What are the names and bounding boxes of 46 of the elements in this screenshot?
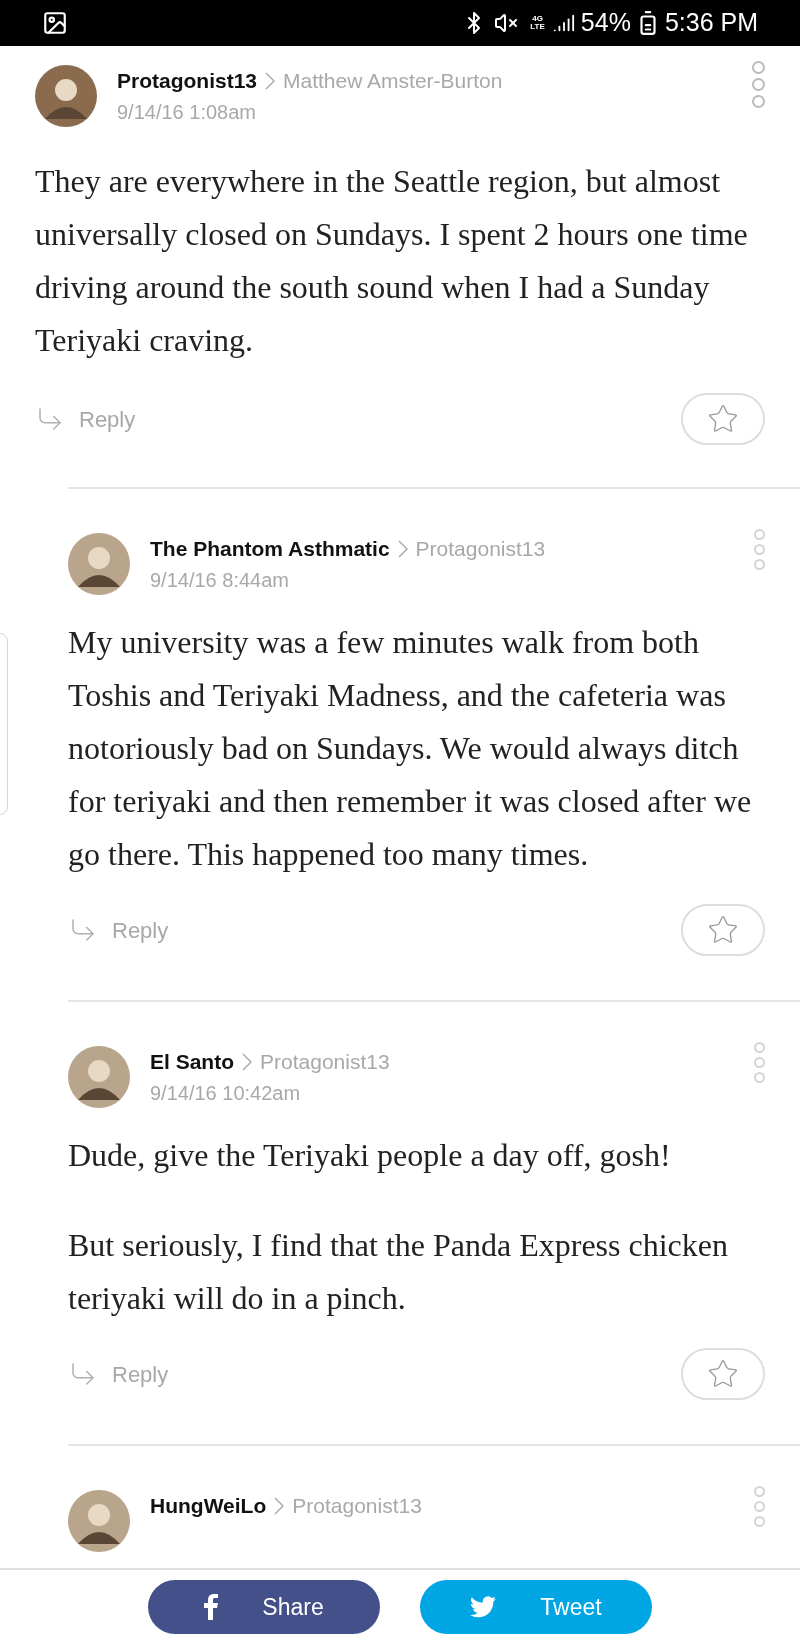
author-name[interactable]: El Santo	[150, 1048, 234, 1076]
star-icon	[707, 914, 739, 946]
reply-to-name[interactable]: Protagonist13	[260, 1048, 390, 1076]
share-button[interactable]: Tweet	[420, 1580, 652, 1634]
clock-time: 5:36 PM	[664, 7, 758, 39]
chevron-icon	[242, 1053, 252, 1071]
more-options-icon[interactable]	[754, 529, 765, 570]
favorite-button[interactable]	[681, 393, 765, 445]
chevron-icon	[397, 540, 408, 558]
author-name[interactable]: HungWeiLo	[150, 1492, 267, 1520]
avatar	[35, 65, 97, 127]
image-icon	[42, 10, 68, 36]
comment-text: My university was a few minutes walk from both Toshis and Teriyaki Madness, and the cafeteria was notoriously bad on Sundays. We would always ditch for teriyaki and then remember it was closed after we go there. This happened too many times.	[68, 623, 753, 874]
signal-icon	[552, 12, 575, 34]
star-icon	[707, 1358, 739, 1390]
author-name[interactable]: Protagonist13	[117, 67, 258, 95]
comment-text: But seriously, I find that the Panda Express chicken teriyaki will do in a pinch.	[68, 1226, 729, 1318]
reply-to-name[interactable]: Protagonist13	[292, 1492, 422, 1520]
reply-button[interactable]: Reply	[68, 1357, 169, 1391]
comment-date: 9/14/16 8:44am	[150, 568, 290, 593]
chevron-icon	[274, 1497, 285, 1515]
reply-to-name[interactable]: Matthew Amster-Burton	[283, 67, 503, 95]
star-icon	[707, 403, 739, 435]
comment-text: They are everywhere in the Seattle region, but almost universally closed on Sundays. I spent 2 hours one time driving around the south sound when I had a Sunday Teriyaki craving.	[35, 162, 749, 360]
favorite-button[interactable]	[681, 904, 765, 956]
comment-date: 9/14/16 1:08am	[117, 100, 257, 125]
more-options-icon[interactable]	[754, 1486, 765, 1527]
battery-percent: 54%	[580, 7, 631, 39]
bird-icon	[470, 1596, 497, 1618]
mute-icon	[494, 11, 519, 35]
reply-button[interactable]: Reply	[35, 402, 136, 436]
chevron-icon	[265, 72, 276, 90]
author-name[interactable]: The Phantom Asthmatic	[150, 535, 390, 563]
comment-date: 9/14/16 10:42am	[150, 1081, 302, 1106]
more-options-icon[interactable]	[754, 1042, 765, 1083]
avatar	[68, 533, 130, 595]
reply-button[interactable]: Reply	[68, 913, 169, 947]
avatar	[68, 1490, 130, 1552]
reply-to-name[interactable]: Protagonist13	[415, 535, 546, 563]
network-type-label: 4G LTE	[530, 15, 545, 31]
favorite-button[interactable]	[681, 1348, 765, 1400]
comment-text: Dude, give the Teriyaki people a day off, gosh!	[68, 1136, 672, 1175]
avatar	[68, 1046, 130, 1108]
facebook-icon	[204, 1594, 219, 1620]
more-options-icon[interactable]	[752, 61, 765, 108]
share-button[interactable]: Share	[148, 1580, 380, 1634]
